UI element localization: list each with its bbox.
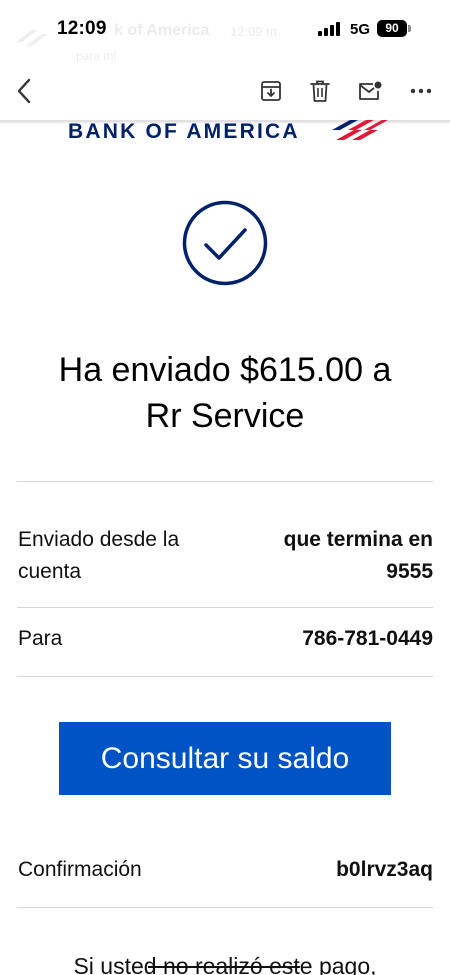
battery-tip	[408, 25, 411, 32]
divider	[17, 607, 433, 608]
from-account-label: Enviado desde la cuenta	[18, 524, 179, 588]
from-account-value-line1: que termina en	[283, 528, 433, 551]
notification-sender: k of America	[114, 22, 210, 39]
recipient-label: Para	[18, 627, 63, 650]
from-account-label-line1: Enviado desde la	[18, 528, 180, 551]
battery-icon: 90	[377, 20, 411, 37]
footer-disclaimer: Si usted no realizó este pago,	[73, 953, 377, 975]
email-toolbar	[0, 62, 450, 120]
brand-wordmark: BANK OF AMERICA	[68, 120, 300, 143]
headline-recipient: Rr Service	[145, 397, 305, 435]
cellular-signal-icon	[318, 22, 340, 36]
bank-of-america-logo: BANK OF AMERICA	[68, 114, 398, 144]
back-button[interactable]	[9, 76, 39, 106]
confirmation-label: Confirmación	[18, 858, 142, 881]
success-check-icon	[182, 200, 268, 286]
headline-amount: Ha enviado $615.00 a	[58, 351, 392, 389]
strikethrough-mark	[148, 966, 300, 968]
divider	[17, 907, 433, 908]
confirmation-value: b0lrvz3aq	[336, 858, 433, 881]
divider	[17, 676, 433, 677]
status-bar: k of America 12:09 m. para mí 12:09 5G 9…	[0, 0, 450, 63]
network-type: 5G	[350, 21, 371, 38]
notification-time: 12:09 m.	[230, 24, 281, 39]
from-account-label-line2: cuenta	[18, 560, 82, 583]
notification-subtitle: para mí	[76, 49, 117, 63]
back-icon	[17, 78, 31, 104]
payment-headline: Ha enviado $615.00 a Rr Service	[0, 347, 450, 439]
divider	[17, 481, 433, 482]
mark-unread-button[interactable]	[355, 76, 385, 106]
clock: 12:09	[57, 18, 107, 39]
delete-button[interactable]	[305, 76, 335, 106]
bank-logo-icon	[16, 30, 48, 46]
recipient-value: 786-781-0449	[302, 627, 433, 650]
archive-button[interactable]	[256, 76, 286, 106]
check-balance-button[interactable]: Consultar su saldo	[59, 722, 391, 795]
from-account-value-line2: 9555	[386, 560, 433, 583]
battery-level: 90	[377, 20, 407, 37]
more-options-button[interactable]	[406, 76, 436, 106]
mark-unread-icon	[359, 81, 382, 100]
archive-icon	[261, 81, 281, 101]
more-icon	[410, 88, 432, 94]
from-account-value: que termina en 9555	[284, 524, 433, 588]
flag-logo-icon	[332, 120, 388, 140]
trash-icon	[310, 80, 330, 102]
